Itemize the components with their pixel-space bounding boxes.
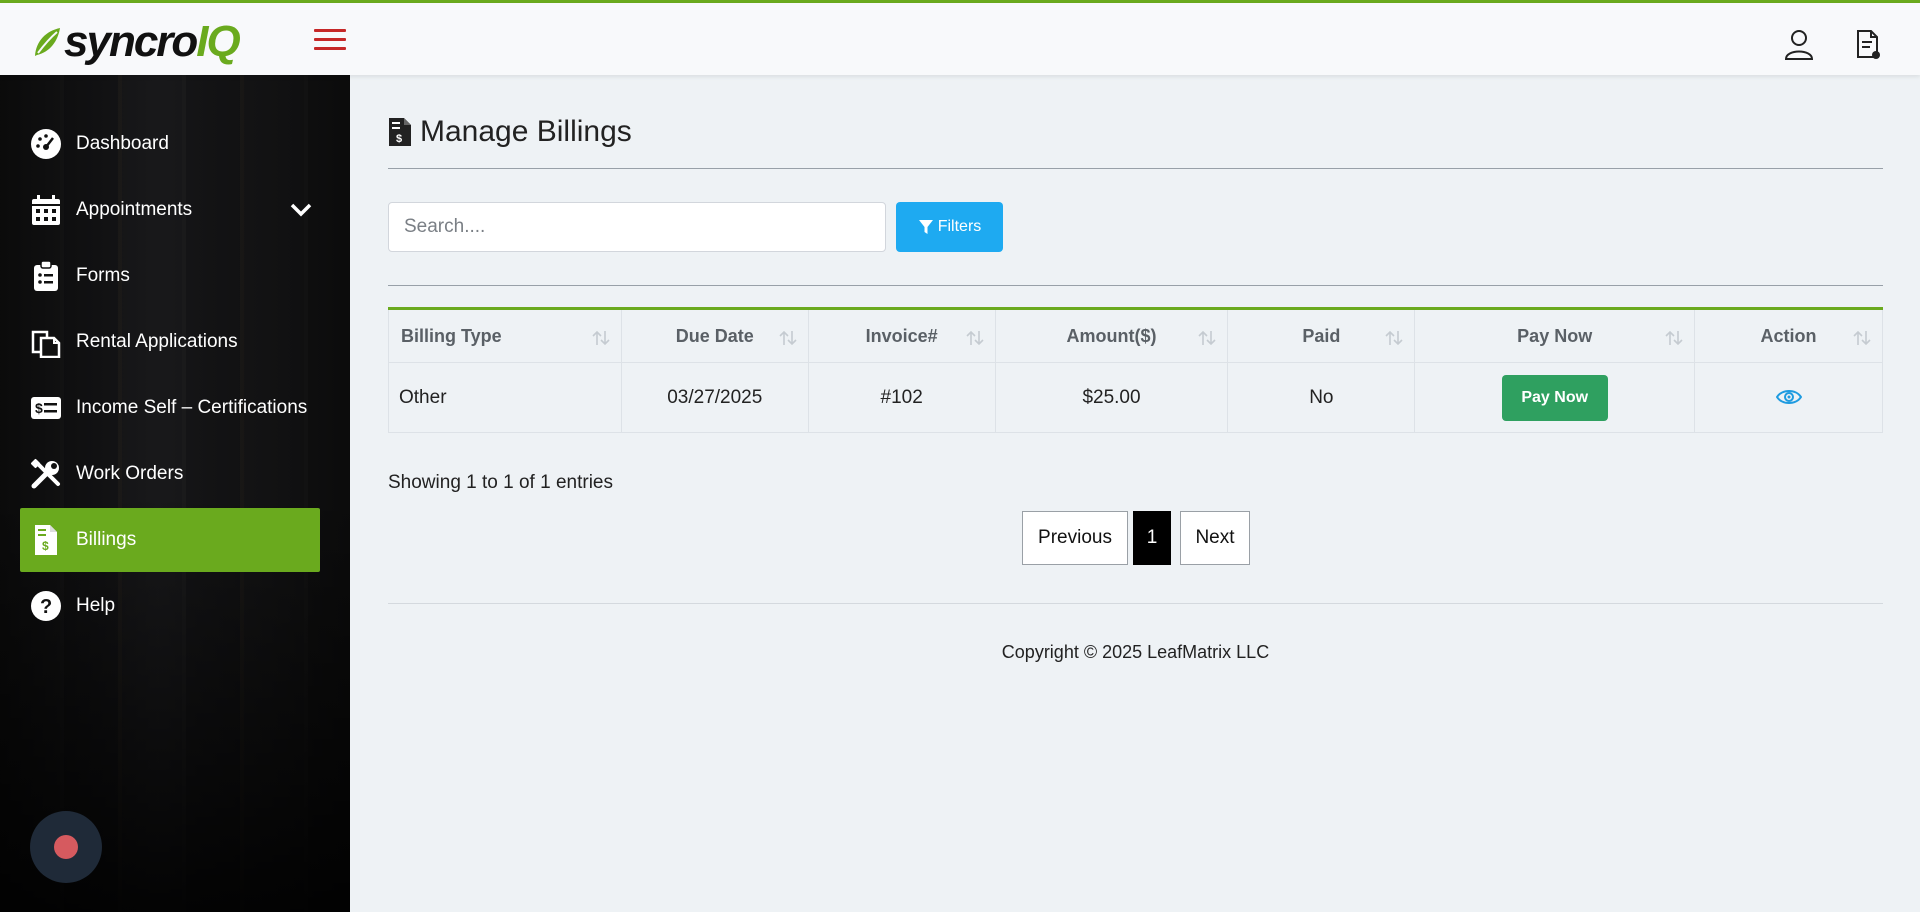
chevron-down-icon[interactable] [290,200,312,220]
column-header-billing-type[interactable]: Billing Type [388,308,622,363]
svg-text:?: ? [40,596,52,618]
dashboard-icon [30,128,62,160]
sort-icon [1385,330,1403,346]
column-header-due-date[interactable]: Due Date [620,308,809,363]
column-header-pay-now[interactable]: Pay Now [1414,308,1696,363]
sidebar-item-appointments[interactable]: Appointments [20,178,320,242]
sidebar: Dashboard Appointments Forms Rental Appl… [0,75,350,912]
syncroiq-logo[interactable]: syncroIQ [32,17,241,66]
sort-icon [592,330,610,346]
sidebar-item-label: Dashboard [76,133,169,154]
page-heading: $ Manage Billings [388,115,632,149]
menu-toggle-button[interactable] [314,29,346,51]
sidebar-item-label: Income Self – Certifications [76,397,308,418]
user-icon[interactable] [1783,27,1815,61]
pay-now-button[interactable]: Pay Now [1501,374,1608,421]
clipboard-icon [30,260,62,292]
cell-due-date: 03/27/2025 [620,362,809,433]
sort-icon [966,330,984,346]
sidebar-item-help[interactable]: ? Help [20,574,320,638]
footer-divider [388,603,1883,604]
cell-invoice: #102 [807,362,996,433]
search-input[interactable] [388,202,886,252]
table-row: Other 03/27/2025 #102 $25.00 No Pay Now [388,362,1883,433]
pagination: Previous 1 Next [1022,511,1250,565]
sort-icon [1665,330,1683,346]
cell-paid: No [1227,362,1416,433]
leaf-logo-icon [35,28,60,56]
page-title: Manage Billings [420,115,632,148]
cell-action [1694,362,1883,433]
column-header-amount[interactable]: Amount($) [994,308,1229,363]
invoice-icon: $ [389,118,411,146]
record-button[interactable] [30,811,102,883]
column-header-paid[interactable]: Paid [1227,308,1416,363]
previous-page-button[interactable]: Previous [1022,511,1128,565]
current-page-button[interactable]: 1 [1133,511,1171,565]
sidebar-item-label: Help [76,595,116,616]
sort-icon [779,330,797,346]
help-icon: ? [30,590,62,622]
menu-bar [314,47,346,50]
logo-wordmark: syncroIQ [64,17,241,66]
svg-text:$: $ [396,133,402,145]
sidebar-item-label: Billings [76,529,137,550]
sidebar-item-label: Appointments [76,199,193,220]
svg-text:$: $ [35,400,43,416]
sidebar-item-dashboard[interactable]: Dashboard [20,112,320,176]
sort-icon [1198,330,1217,346]
copy-icon [30,326,62,358]
sidebar-nav: Dashboard Appointments Forms Rental Appl… [20,112,320,640]
sidebar-item-label: Work Orders [76,463,184,484]
svg-text:$: $ [42,539,49,553]
cell-billing-type: Other [388,362,622,433]
dollar-card-icon: $ [30,392,62,424]
divider [388,168,1883,169]
entries-info: Showing 1 to 1 of 1 entries [388,472,613,493]
cell-amount: $25.00 [994,362,1229,433]
sidebar-item-billings[interactable]: $ Billings [20,508,320,572]
column-header-invoice[interactable]: Invoice# [807,308,996,363]
tools-icon [30,458,62,490]
next-page-button[interactable]: Next [1180,511,1250,565]
divider [388,285,1883,286]
filters-label: Filters [937,218,982,235]
billings-table: Billing Type Due Date Invoice# Amount($)… [388,307,1883,433]
copyright-text: Copyright © 2025 LeafMatrix LLC [1001,642,1270,662]
table-header-row: Billing Type Due Date Invoice# Amount($)… [388,308,1883,363]
invoice-icon: $ [30,524,62,556]
filters-button[interactable]: Filters [896,202,1003,252]
sidebar-item-label: Forms [76,265,130,286]
document-icon[interactable] [1854,27,1882,61]
filter-icon [918,220,933,234]
top-header: syncroIQ [0,3,1920,75]
sidebar-item-label: Rental Applications [76,331,238,352]
sidebar-item-rental-applications[interactable]: Rental Applications [20,310,320,374]
sidebar-item-income-self-certifications[interactable]: $ Income Self – Certifications [20,376,320,440]
record-dot-icon [54,835,78,859]
calendar-icon [30,194,62,226]
cell-pay-now: Pay Now [1414,362,1696,433]
view-eye-icon[interactable] [1775,387,1802,407]
sort-icon [1853,330,1871,346]
sidebar-item-forms[interactable]: Forms [20,244,320,308]
column-header-action[interactable]: Action [1694,308,1883,363]
menu-bar [314,38,346,41]
sidebar-item-work-orders[interactable]: Work Orders [20,442,320,506]
menu-bar [314,29,346,32]
